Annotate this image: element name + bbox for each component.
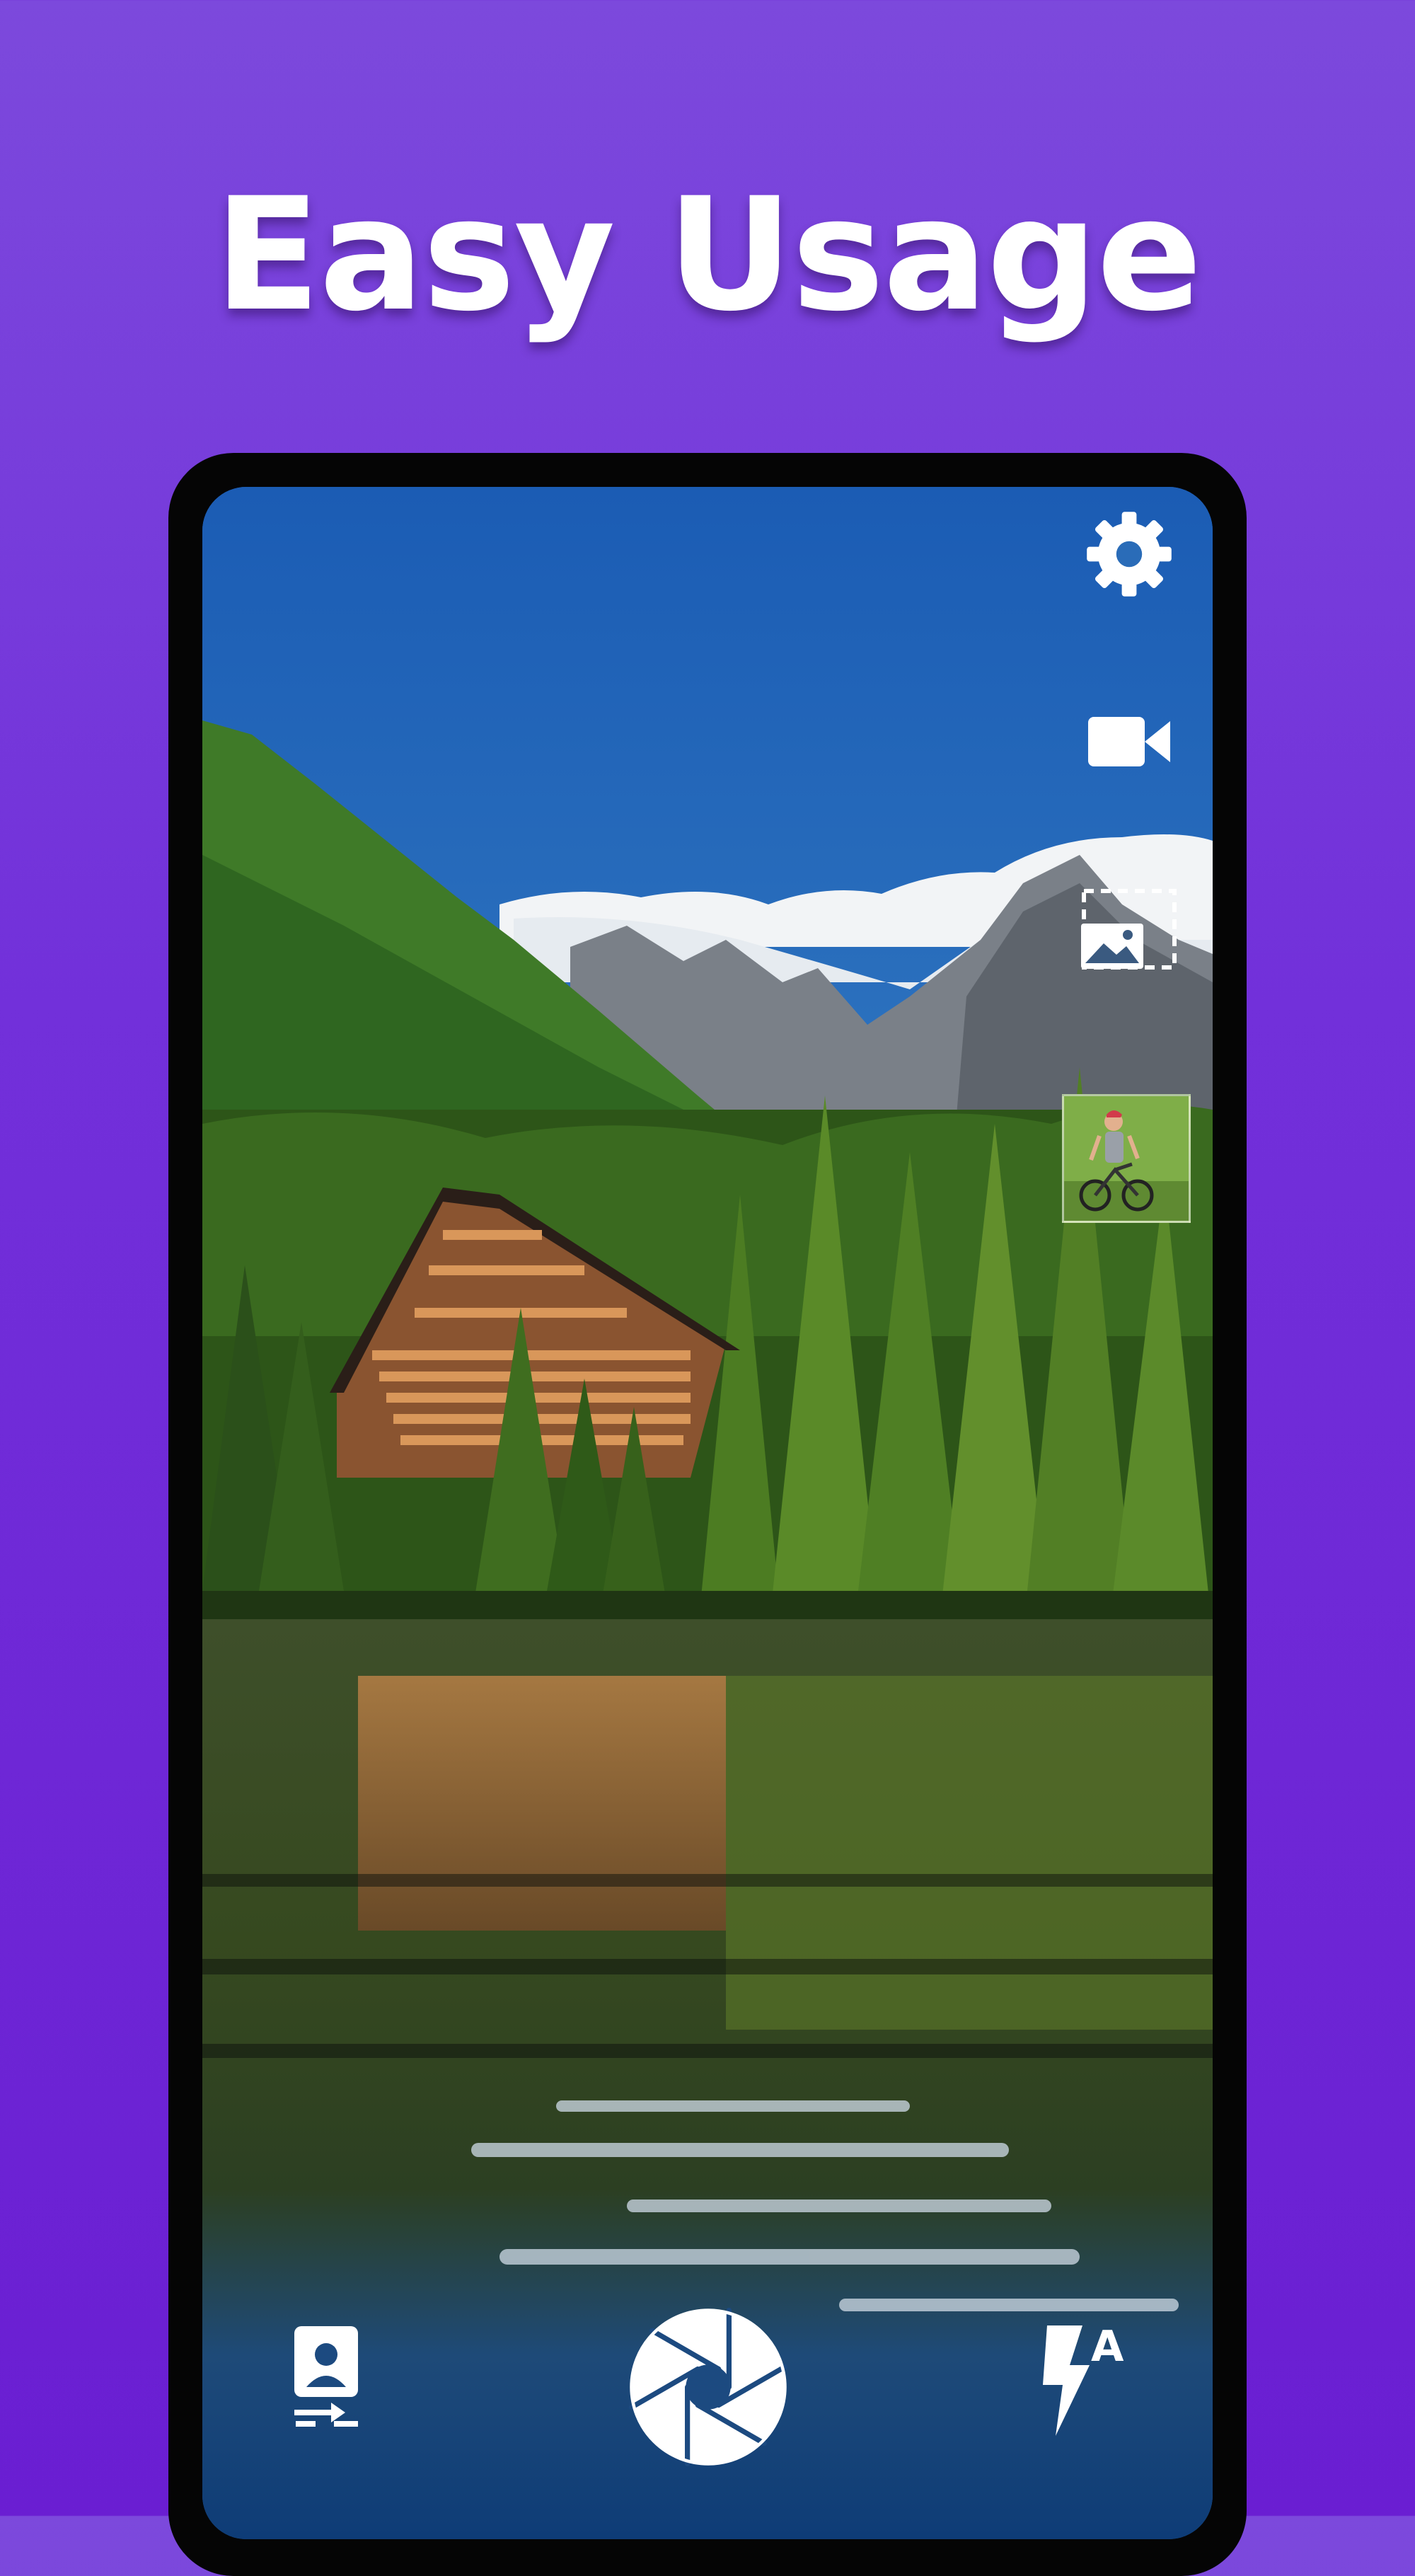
settings-button[interactable] xyxy=(1076,501,1182,607)
gear-icon xyxy=(1087,512,1172,597)
shutter-icon xyxy=(628,2307,788,2467)
photo-preview xyxy=(1064,1096,1189,1221)
video-mode-button[interactable] xyxy=(1076,689,1182,795)
switch-camera-icon xyxy=(294,2326,358,2427)
flash-mode-label: A xyxy=(1091,2322,1124,2371)
phone-frame: A xyxy=(168,453,1247,2576)
gallery-button[interactable] xyxy=(1076,876,1182,982)
last-photo-thumbnail[interactable] xyxy=(1062,1094,1191,1223)
flash-mode-button[interactable]: A xyxy=(1023,2320,1143,2440)
shutter-button[interactable] xyxy=(627,2306,790,2468)
gallery-icon xyxy=(1081,889,1177,970)
headline: Easy Usage xyxy=(214,164,1202,345)
camera-viewfinder[interactable]: A xyxy=(202,487,1213,2539)
video-camera-icon xyxy=(1088,717,1170,766)
switch-camera-button[interactable] xyxy=(277,2313,376,2440)
viewfinder-scene xyxy=(202,487,1213,2539)
